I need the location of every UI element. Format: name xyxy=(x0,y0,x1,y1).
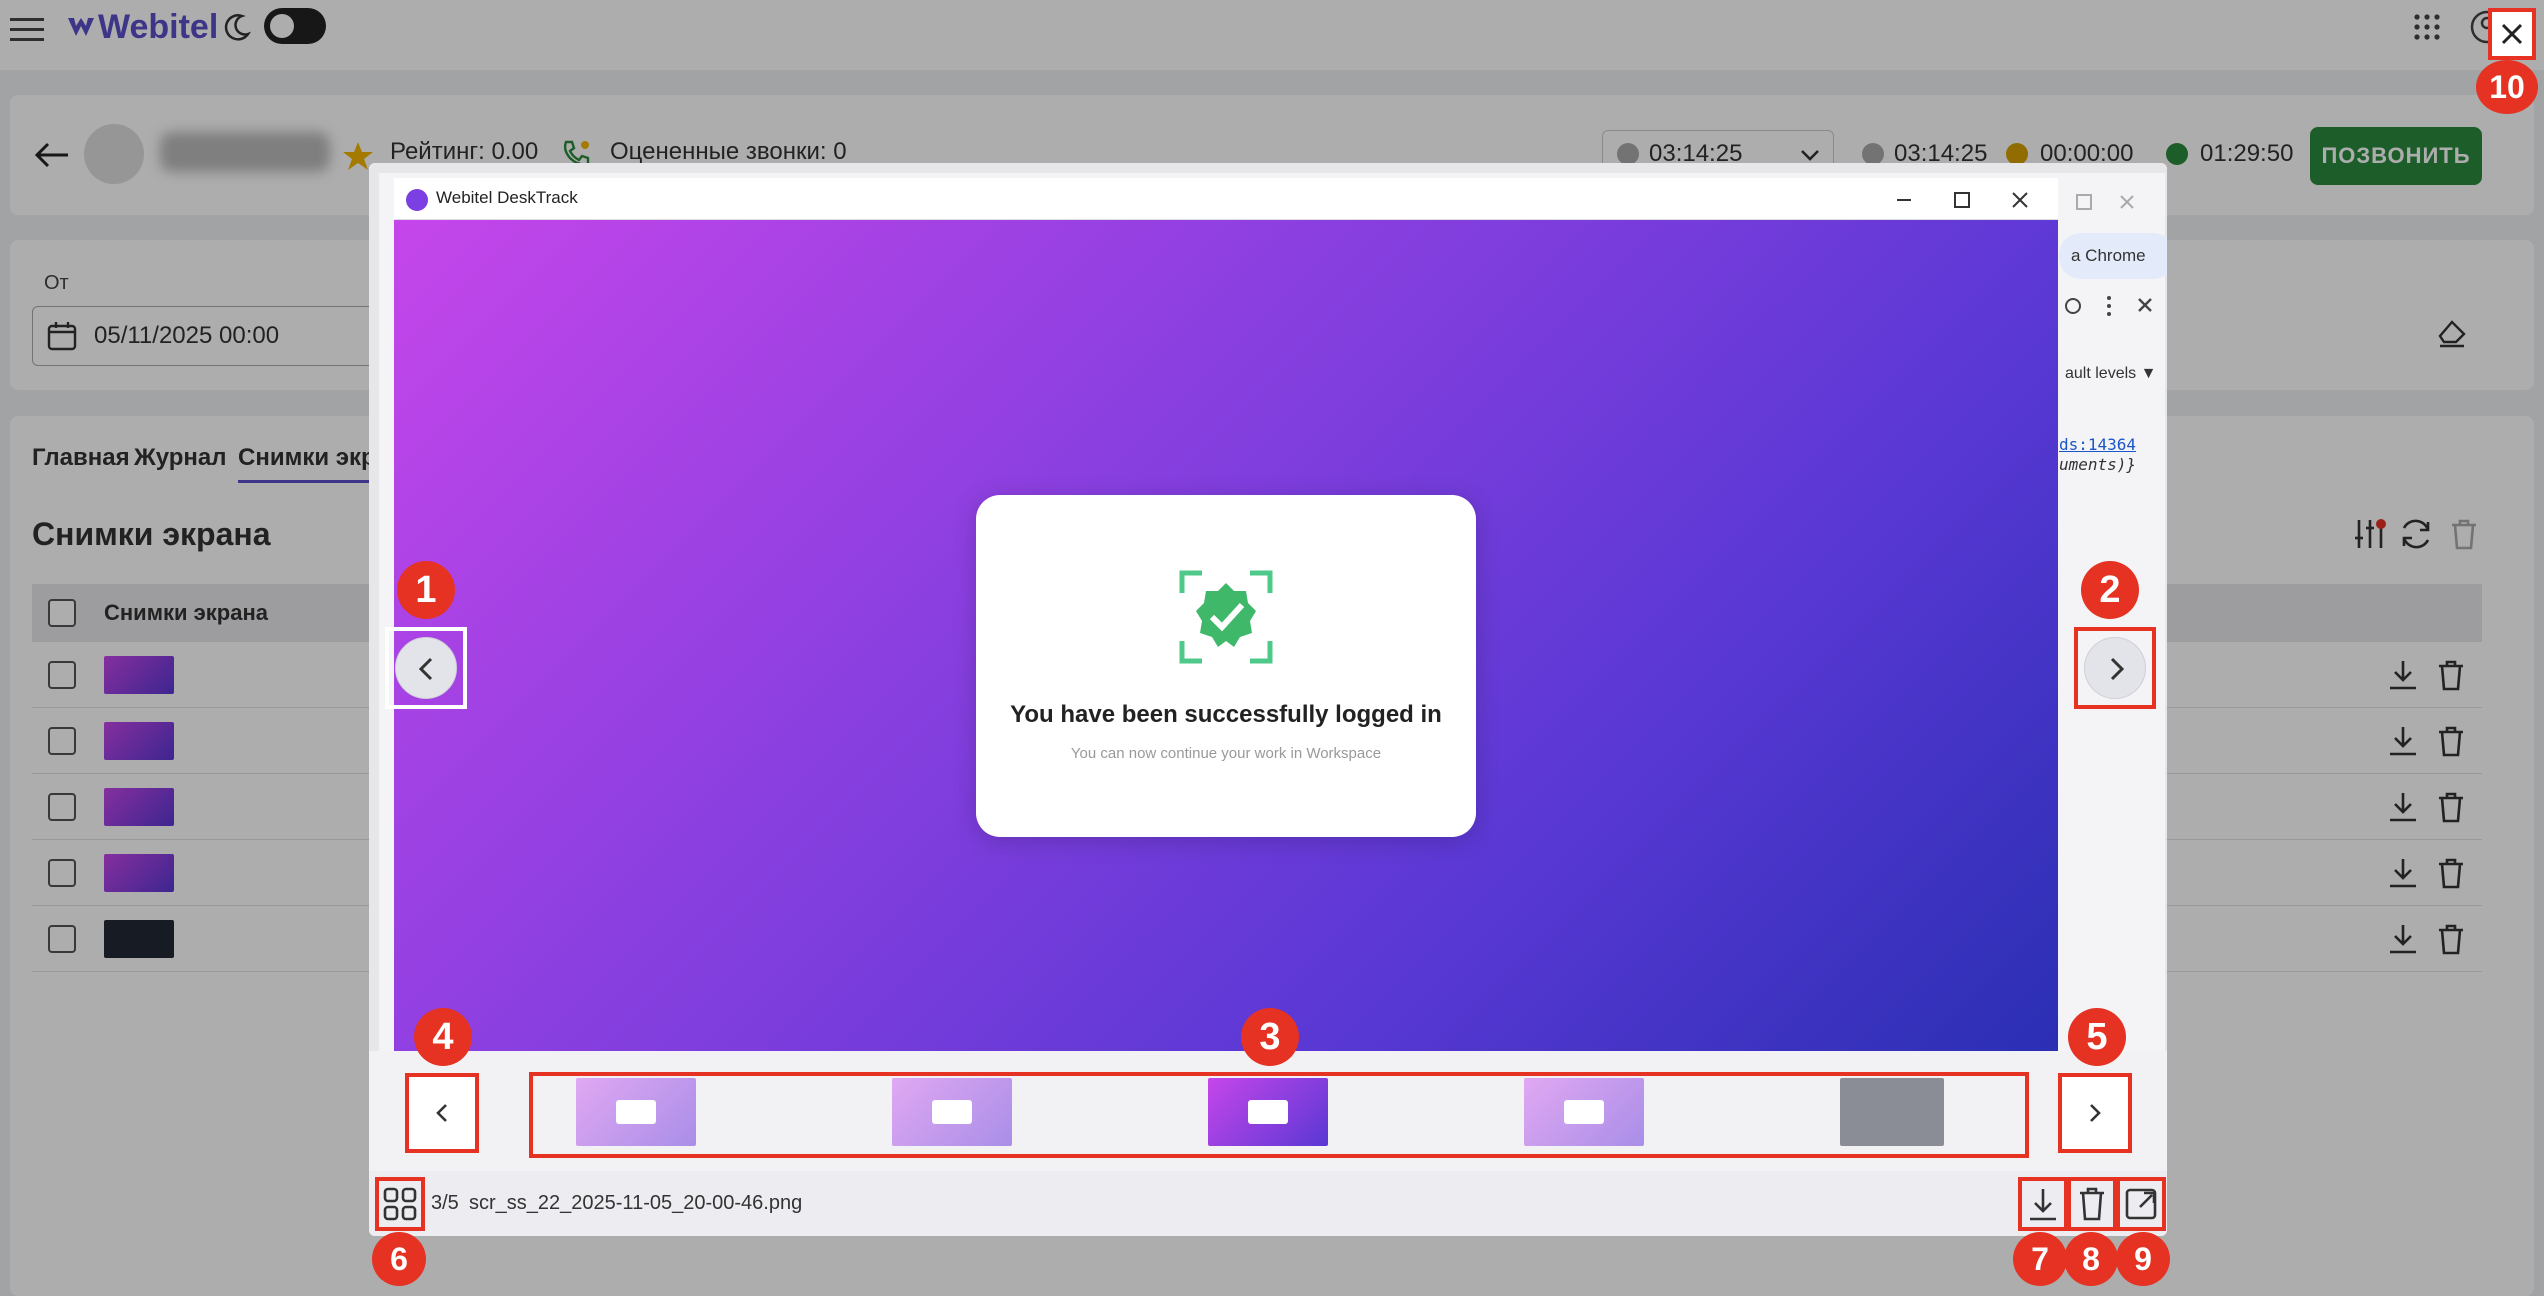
prev-image-button[interactable] xyxy=(395,637,457,699)
file-name: scr_ss_22_2025-11-05_20-00-46.png xyxy=(469,1192,803,1214)
callout-badge: 10 xyxy=(2476,60,2538,114)
desktrack-window: Webitel DeskTrack You have been successf… xyxy=(394,178,2058,1051)
login-success-card: You have been successfully logged in You… xyxy=(976,495,1476,837)
chrome-tag: a Chrome xyxy=(2059,233,2167,279)
code-link: ds:14364 xyxy=(2059,435,2137,454)
callout-badge: 2 xyxy=(2081,561,2139,619)
success-title: You have been successfully logged in xyxy=(1010,701,1442,728)
open-external-button[interactable] xyxy=(2116,1177,2166,1231)
image-counter: 3/5 xyxy=(431,1192,459,1214)
callout-badge: 8 xyxy=(2064,1232,2118,1286)
close-window-icon xyxy=(2008,188,2032,212)
callout-badge: 7 xyxy=(2013,1232,2067,1286)
levels-label: ault levels ▼ xyxy=(2065,365,2157,382)
code-text: uments)} xyxy=(2059,455,2137,474)
callout-badge: 9 xyxy=(2116,1232,2170,1286)
callout-badge: 1 xyxy=(397,561,455,619)
download-button[interactable] xyxy=(2018,1177,2068,1231)
desktrack-app-icon xyxy=(406,189,428,211)
close-viewer-button[interactable] xyxy=(2488,8,2536,60)
strip-thumbnail[interactable] xyxy=(892,1078,1012,1146)
screenshot-image: a Chrome ault levels ▼ ds:14364 uments)}… xyxy=(369,163,2167,1051)
strip-thumbnail[interactable] xyxy=(1524,1078,1644,1146)
thumbnail-card xyxy=(932,1100,972,1124)
callout-badge: 3 xyxy=(1241,1008,1299,1066)
callout-badge: 5 xyxy=(2068,1008,2126,1066)
callout-badge: 4 xyxy=(414,1008,472,1066)
callout-badge: 6 xyxy=(372,1232,426,1286)
strip-prev-button[interactable] xyxy=(405,1073,479,1153)
thumbnail-card xyxy=(1248,1100,1288,1124)
background-window-controls xyxy=(2069,191,2167,215)
strip-thumbnail[interactable] xyxy=(576,1078,696,1146)
maximize-icon xyxy=(1950,188,1974,212)
screenshot-viewer: a Chrome ault levels ▼ ds:14364 uments)}… xyxy=(369,163,2167,1236)
thumbnail-card xyxy=(1564,1100,1604,1124)
minimize-icon xyxy=(1892,188,1916,212)
strip-thumbnail-active[interactable] xyxy=(1208,1078,1328,1146)
success-subtitle: You can now continue your work in Worksp… xyxy=(1070,745,1382,762)
strip-next-button[interactable] xyxy=(2058,1073,2132,1153)
thumbnail-card xyxy=(616,1100,656,1124)
grid-view-button[interactable] xyxy=(375,1177,425,1231)
devtools-toolbar xyxy=(2059,283,2167,329)
window-titlebar: Webitel DeskTrack xyxy=(394,178,2058,220)
next-image-button[interactable] xyxy=(2084,637,2146,699)
strip-thumbnail[interactable] xyxy=(1840,1078,1944,1146)
desktrack-gradient-background: You have been successfully logged in You… xyxy=(394,220,2058,1051)
delete-button[interactable] xyxy=(2067,1177,2117,1231)
window-title: Webitel DeskTrack xyxy=(436,188,578,207)
verified-badge-icon xyxy=(1178,569,1274,665)
